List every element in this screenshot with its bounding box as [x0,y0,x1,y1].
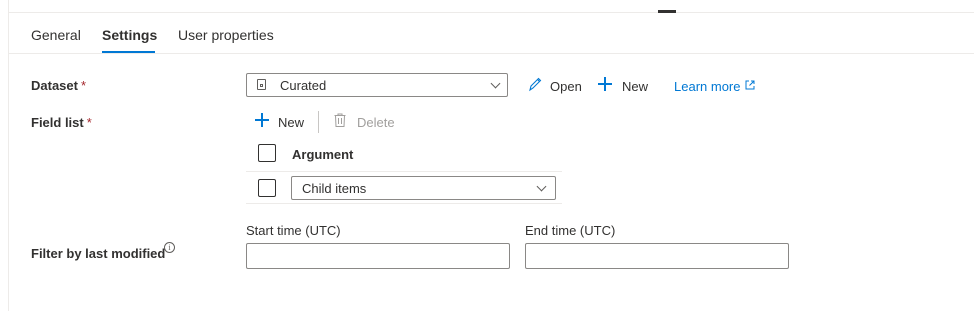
field-list-label-text: Field list [31,115,84,130]
start-time-label: Start time (UTC) [246,223,341,238]
start-time-input[interactable] [246,243,510,269]
select-all-checkbox[interactable] [258,144,276,162]
dataset-file-icon [257,79,266,90]
row-divider [246,203,562,204]
learn-more-link[interactable]: Learn more [674,79,740,94]
chevron-down-icon [490,78,501,89]
dataset-dropdown[interactable]: Curated [246,73,508,97]
field-list-new-plus-icon [255,113,269,127]
field-list-delete-button[interactable]: Delete [357,115,395,130]
dataset-new-button[interactable]: New [622,79,648,94]
filter-last-modified-label: Filter by last modified [31,246,166,261]
header-row-divider [246,171,562,172]
row-checkbox[interactable] [258,179,276,197]
tab-user-properties[interactable]: User properties [178,27,274,43]
end-time-label: End time (UTC) [525,223,616,238]
chevron-down-icon [536,181,547,192]
tab-settings[interactable]: Settings [102,27,157,43]
dataset-open-button[interactable]: Open [550,79,582,94]
end-time-input[interactable] [525,243,789,269]
dataset-new-plus-icon [598,77,612,91]
tab-bar: General Settings User properties [9,13,974,54]
field-list-new-button[interactable]: New [278,115,304,130]
field-list-required-mark: * [86,115,92,130]
active-tab-indicator [102,51,155,53]
toolbar-separator [318,111,319,133]
argument-column-header: Argument [292,147,354,162]
dataset-dropdown-value: Curated [280,78,327,93]
dataset-required-mark: * [80,78,87,93]
external-link-icon [745,80,755,90]
delete-trash-icon [334,113,346,127]
argument-select-value: Child items [302,181,367,196]
dataset-label-text: Dataset [31,78,78,93]
tab-general[interactable]: General [31,27,81,43]
dataset-label: Dataset * [31,78,86,93]
edit-pencil-icon[interactable] [528,76,542,92]
argument-select[interactable]: Child items [291,176,556,200]
field-list-label: Field list * [31,115,92,130]
info-icon[interactable]: i [164,242,175,253]
